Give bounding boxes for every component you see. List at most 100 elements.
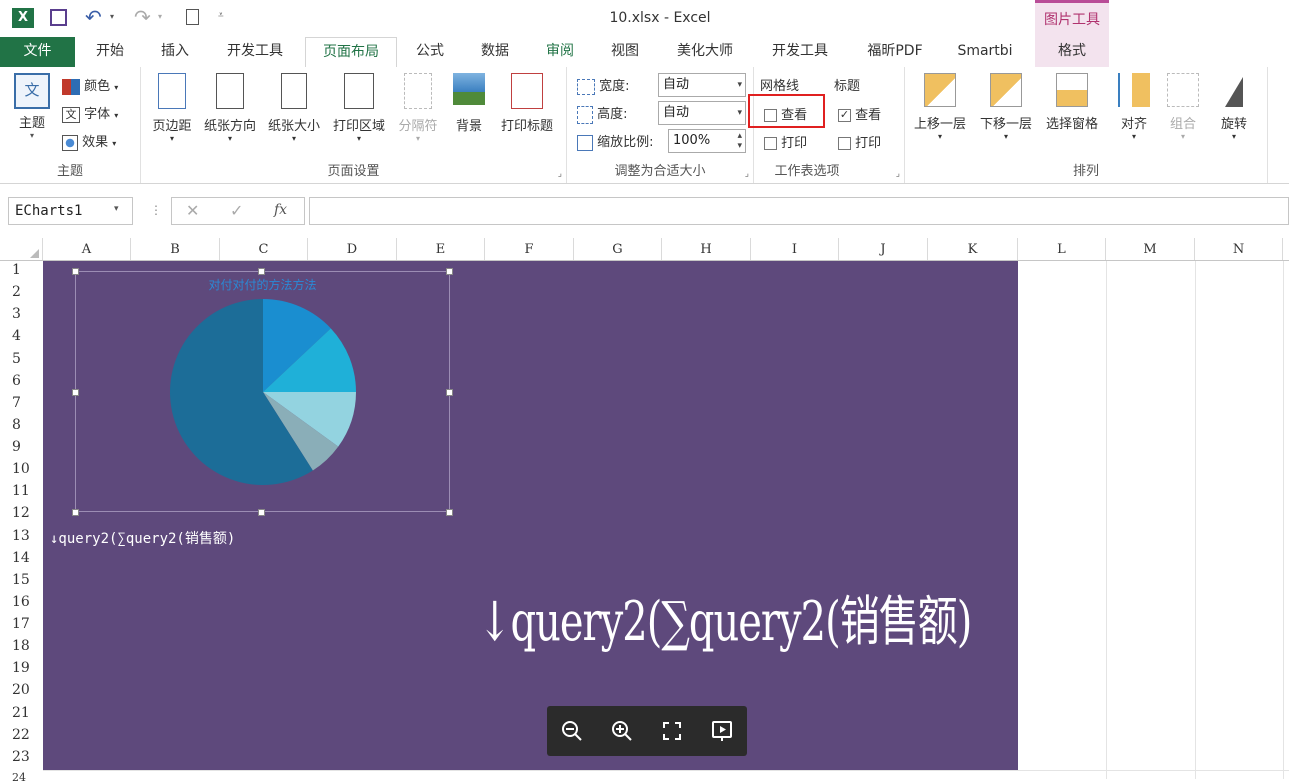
formula-input[interactable] [309,197,1289,225]
column-header-i[interactable]: I [751,238,839,260]
row-header[interactable]: 24 [0,771,43,784]
checkbox-checked-icon[interactable]: ✓ [838,109,851,122]
size-button[interactable]: 纸张大小 ▾ [263,73,325,143]
fonts-button[interactable]: 文 字体 ▾ [62,103,118,123]
bring-forward-button[interactable]: 上移一层 ▾ [909,73,971,141]
column-header-l[interactable]: L [1018,238,1106,260]
column-header-n[interactable]: N [1195,238,1283,260]
scale-spinner[interactable]: 100% ▴ ▾ [668,129,746,153]
row-header[interactable]: 7 [0,395,43,411]
row-header[interactable]: 9 [0,439,43,455]
row-header[interactable]: 2 [0,284,43,300]
tab-foxit-pdf[interactable]: 福昕PDF [855,37,935,67]
save-icon[interactable] [50,9,67,26]
resize-handle[interactable] [72,268,79,275]
selection-pane-button[interactable]: 选择窗格 [1039,73,1105,132]
zoom-in-icon[interactable] [609,718,635,744]
send-backward-button[interactable]: 下移一层 ▾ [975,73,1037,141]
gridlines-print-checkbox[interactable]: 打印 [764,132,807,151]
checkbox-unchecked-icon[interactable] [764,109,777,122]
row-header[interactable]: 12 [0,505,43,521]
row-header[interactable]: 15 [0,572,43,588]
checkbox-unchecked-icon[interactable] [764,137,777,150]
tab-review[interactable]: 审阅 [535,37,585,67]
dialog-launcher-icon[interactable]: ⌟ [745,169,749,179]
row-header[interactable]: 22 [0,727,43,743]
enter-icon[interactable]: ✓ [230,201,243,220]
column-header-m[interactable]: M [1106,238,1195,260]
checkbox-unchecked-icon[interactable] [838,137,851,150]
redo-dropdown-icon[interactable]: ▾ [158,12,162,21]
undo-icon[interactable]: ↶ [85,5,102,29]
column-header-k[interactable]: K [928,238,1018,260]
select-all-corner[interactable] [0,238,43,260]
tab-home[interactable]: 开始 [80,37,140,67]
height-dropdown[interactable]: 自动 ▾ [658,101,746,125]
row-header[interactable]: 6 [0,373,43,389]
tab-developer[interactable]: 开发工具 [215,37,295,67]
row-header[interactable]: 8 [0,417,43,433]
row-header[interactable]: 10 [0,461,43,477]
tab-data[interactable]: 数据 [470,37,520,67]
row-header[interactable]: 21 [0,705,43,721]
cancel-icon[interactable]: ✕ [186,201,199,220]
undo-dropdown-icon[interactable]: ▾ [110,12,114,21]
tab-file[interactable]: 文件 [0,37,75,67]
colors-button[interactable]: 颜色 ▾ [62,75,118,95]
resize-handle[interactable] [258,509,265,516]
orientation-button[interactable]: 纸张方向 ▾ [199,73,261,143]
column-header-c[interactable]: C [220,238,308,260]
resize-handle[interactable] [446,509,453,516]
row-header[interactable]: 23 [0,749,43,765]
align-button[interactable]: 对齐 ▾ [1109,73,1159,141]
row-header[interactable]: 3 [0,306,43,322]
column-header-f[interactable]: F [485,238,574,260]
tab-view[interactable]: 视图 [600,37,650,67]
tab-format[interactable]: 格式 [1035,37,1109,67]
margins-button[interactable]: 页边距 ▾ [147,73,197,143]
row-header[interactable]: 4 [0,328,43,344]
resize-handle[interactable] [258,268,265,275]
resize-handle[interactable] [72,389,79,396]
row-header[interactable]: 14 [0,550,43,566]
column-header-h[interactable]: H [662,238,751,260]
insert-function-icon[interactable]: fx [274,202,287,218]
row-header[interactable]: 18 [0,638,43,654]
row-header[interactable]: 11 [0,483,43,499]
new-file-icon[interactable] [186,9,199,25]
headings-view-checkbox[interactable]: ✓ 查看 [838,104,881,123]
column-header-d[interactable]: D [308,238,397,260]
tab-developer-2[interactable]: 开发工具 [760,37,840,67]
slideshow-icon[interactable] [709,718,735,744]
row-header[interactable]: 13 [0,528,43,544]
print-titles-button[interactable]: 打印标题 [494,73,560,134]
print-area-button[interactable]: 打印区域 ▾ [328,73,390,143]
resize-handle[interactable] [446,389,453,396]
gridlines-view-checkbox[interactable]: 查看 [764,104,807,123]
column-header-g[interactable]: G [574,238,662,260]
column-header-j[interactable]: J [839,238,928,260]
customize-qat-icon[interactable]: ⩡ [218,10,224,21]
column-header-e[interactable]: E [397,238,485,260]
tab-formulas[interactable]: 公式 [405,37,455,67]
column-header-a[interactable]: A [43,238,131,260]
row-header[interactable]: 16 [0,594,43,610]
row-header[interactable]: 20 [0,682,43,698]
column-header-b[interactable]: B [131,238,220,260]
resize-handle[interactable] [446,268,453,275]
fit-screen-icon[interactable] [659,718,685,744]
tab-page-layout[interactable]: 页面布局 [305,37,397,69]
width-dropdown[interactable]: 自动 ▾ [658,73,746,97]
echarts-chart[interactable]: 对付对付的方法方法 [75,271,450,512]
tab-smartbi[interactable]: Smartbi [950,37,1020,67]
row-header[interactable]: 1 [0,262,43,278]
row-header[interactable]: 5 [0,351,43,367]
dialog-launcher-icon[interactable]: ⌟ [558,169,562,179]
redo-icon[interactable]: ↷ [134,5,151,29]
row-header[interactable]: 17 [0,616,43,632]
tab-beautify[interactable]: 美化大师 [665,37,745,67]
name-box-dropdown-icon[interactable]: ▾ [114,204,119,214]
dialog-launcher-icon[interactable]: ⌟ [896,169,900,179]
zoom-out-icon[interactable] [559,718,585,744]
themes-button[interactable]: 文 主题 ▾ [8,73,56,140]
